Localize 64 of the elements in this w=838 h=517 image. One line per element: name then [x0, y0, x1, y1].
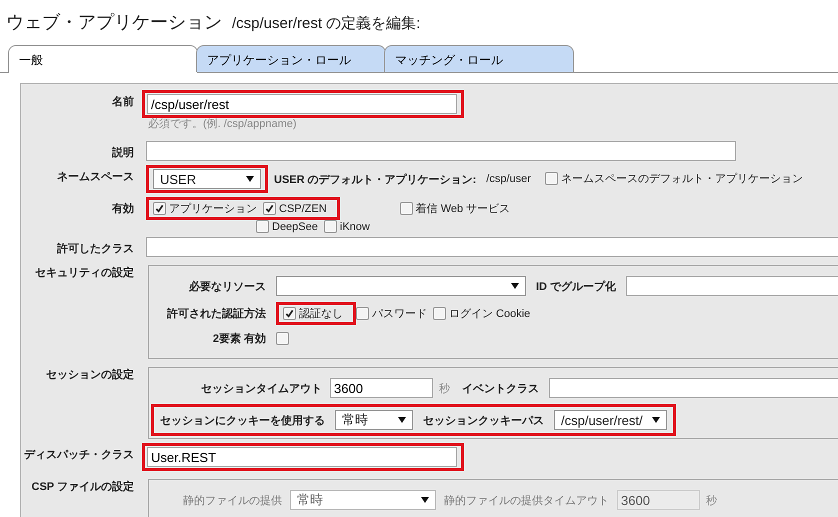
field-label: 2要素 有効	[212, 332, 266, 346]
field-label: 静的ファイルの提供	[182, 494, 282, 508]
value-text: /csp/user	[486, 173, 531, 185]
unit-text: 秒	[439, 382, 450, 396]
caret-icon	[398, 417, 406, 423]
input-field[interactable]: 3600	[330, 378, 433, 398]
checkbox[interactable]	[256, 220, 269, 233]
field-label: 許可された認証方法	[166, 306, 266, 321]
checkbox-label: パスワード	[372, 307, 427, 321]
checkbox-label: ネームスペースのデフォルト・アプリケーション	[560, 172, 803, 186]
tab[interactable]: 一般	[8, 45, 198, 73]
checkbox[interactable]	[433, 307, 446, 320]
field-label: 静的ファイルの提供タイムアウト	[444, 494, 609, 508]
checkbox-label: ログイン Cookie	[449, 307, 530, 321]
checkbox[interactable]	[276, 332, 289, 345]
checkbox[interactable]	[356, 307, 369, 320]
dropdown[interactable]: 常時	[335, 410, 413, 430]
caret-icon	[421, 497, 429, 503]
field-label: セッションにクッキーを使用する	[160, 414, 325, 428]
caret-icon	[652, 417, 660, 423]
page-title: ウェブ・アプリケーション	[6, 11, 222, 34]
checkbox-label: アプリケーション	[169, 202, 257, 216]
checkbox[interactable]	[324, 220, 337, 233]
field-label: イベントクラス	[462, 382, 539, 396]
caret-icon	[246, 176, 254, 182]
section-label: CSP ファイルの設定	[30, 480, 134, 494]
input-field[interactable]	[146, 141, 736, 161]
field-label: セッションタイムアウト	[200, 382, 322, 396]
dropdown[interactable]: USER	[153, 169, 261, 189]
checkbox[interactable]	[283, 307, 296, 320]
field-label: 許可したクラス	[56, 242, 134, 256]
checkbox-label: 認証なし	[299, 307, 343, 321]
caret-icon	[511, 283, 519, 289]
input-field[interactable]	[626, 276, 838, 296]
field-label: 必要なリソース	[188, 280, 266, 294]
checkbox-label: CSP/ZEN	[279, 202, 327, 214]
checkbox-label: iKnow	[340, 220, 370, 232]
field-label: ネームスペース	[56, 170, 134, 184]
input-field[interactable]: /csp/user/rest	[147, 94, 457, 114]
dropdown[interactable]	[276, 276, 526, 296]
tab[interactable]: アプリケーション・ロール	[196, 45, 386, 72]
checkbox[interactable]	[544, 172, 558, 184]
field-label: ID でグループ化	[536, 280, 616, 294]
checkbox[interactable]	[400, 202, 413, 215]
field-label: 名前	[111, 94, 134, 109]
field-label: USER のデフォルト・アプリケーション:	[274, 172, 476, 186]
page-subtitle: /csp/user/rest の定義を編集:	[232, 14, 420, 33]
checkbox[interactable]	[153, 202, 166, 215]
checkbox[interactable]	[263, 202, 276, 215]
section-label: セキュリティの設定	[34, 266, 134, 280]
dropdown[interactable]: /csp/user/rest/	[554, 410, 667, 430]
checkbox-label: DeepSee	[272, 220, 318, 232]
field-label: セッションクッキーパス	[423, 414, 544, 428]
field-label: 説明	[110, 146, 134, 160]
field-label: 有効	[110, 202, 134, 216]
tab[interactable]: マッチング・ロール	[384, 45, 574, 72]
input-field[interactable]	[549, 378, 838, 398]
input-field[interactable]	[146, 237, 838, 257]
input-field[interactable]: User.REST	[147, 447, 457, 467]
section-label: セッションの設定	[45, 368, 134, 382]
checkbox-label: 着信 Web サービス	[416, 202, 510, 216]
unit-text: 秒	[706, 494, 717, 508]
field-label: ディスパッチ・クラス	[23, 448, 134, 462]
hint-text: 必須です。(例. /csp/appname)	[148, 116, 298, 131]
